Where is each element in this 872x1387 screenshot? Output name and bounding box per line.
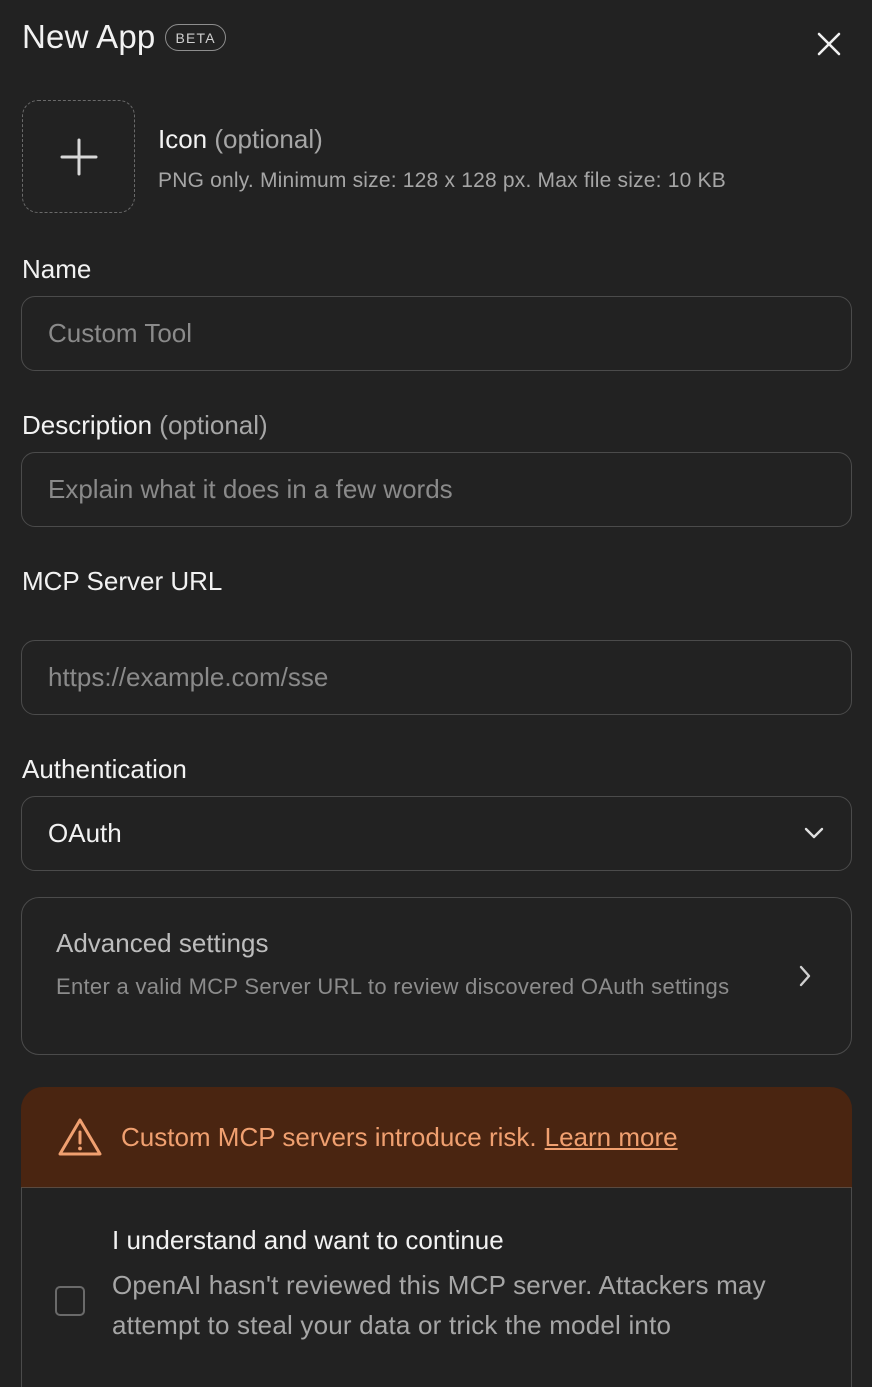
name-input[interactable]	[21, 296, 852, 371]
description-optional-text: (optional)	[159, 410, 268, 440]
dialog-header: New App BETA	[22, 18, 226, 56]
consent-title: I understand and want to continue	[112, 1225, 504, 1255]
icon-hint: PNG only. Minimum size: 128 x 128 px. Ma…	[158, 169, 726, 192]
advanced-settings-description: Enter a valid MCP Server URL to review d…	[56, 974, 730, 999]
icon-info: Icon (optional) PNG only. Minimum size: …	[158, 124, 726, 193]
consent-checkbox[interactable]	[55, 1286, 85, 1316]
consent-description: OpenAI hasn't reviewed this MCP server. …	[112, 1270, 766, 1340]
authentication-value: OAuth	[48, 818, 122, 848]
chevron-right-icon	[799, 965, 811, 987]
chevron-down-icon	[804, 827, 824, 839]
server-url-input[interactable]	[21, 640, 852, 715]
warning-icon	[58, 1118, 102, 1156]
close-icon	[817, 32, 841, 56]
risk-warning-banner: Custom MCP servers introduce risk. Learn…	[21, 1087, 852, 1188]
description-input[interactable]	[21, 452, 852, 527]
server-url-label: MCP Server URL	[22, 566, 223, 596]
description-label: Description (optional)	[22, 410, 268, 441]
authentication-label: Authentication	[22, 754, 187, 784]
icon-upload-button[interactable]	[22, 100, 135, 213]
beta-badge: BETA	[165, 23, 226, 51]
dialog-title: New App	[22, 18, 156, 55]
description-label-text: Description	[22, 410, 153, 440]
advanced-settings-button[interactable]: Advanced settings Enter a valid MCP Serv…	[21, 897, 852, 1055]
close-button[interactable]	[812, 27, 846, 61]
learn-more-link[interactable]: Learn more	[545, 1122, 678, 1153]
icon-label-text: Icon	[158, 124, 208, 154]
risk-warning-text: Custom MCP servers introduce risk.	[121, 1121, 537, 1152]
icon-field-label: Icon (optional)	[158, 124, 726, 155]
advanced-settings-title: Advanced settings	[56, 928, 269, 958]
risk-warning: Custom MCP servers introduce risk. Learn…	[21, 1087, 852, 1387]
name-label: Name	[22, 254, 92, 284]
icon-optional-text: (optional)	[214, 124, 323, 154]
consent-section: I understand and want to continue OpenAI…	[21, 1188, 852, 1387]
plus-icon	[60, 138, 97, 175]
authentication-select[interactable]: OAuth	[21, 796, 852, 871]
